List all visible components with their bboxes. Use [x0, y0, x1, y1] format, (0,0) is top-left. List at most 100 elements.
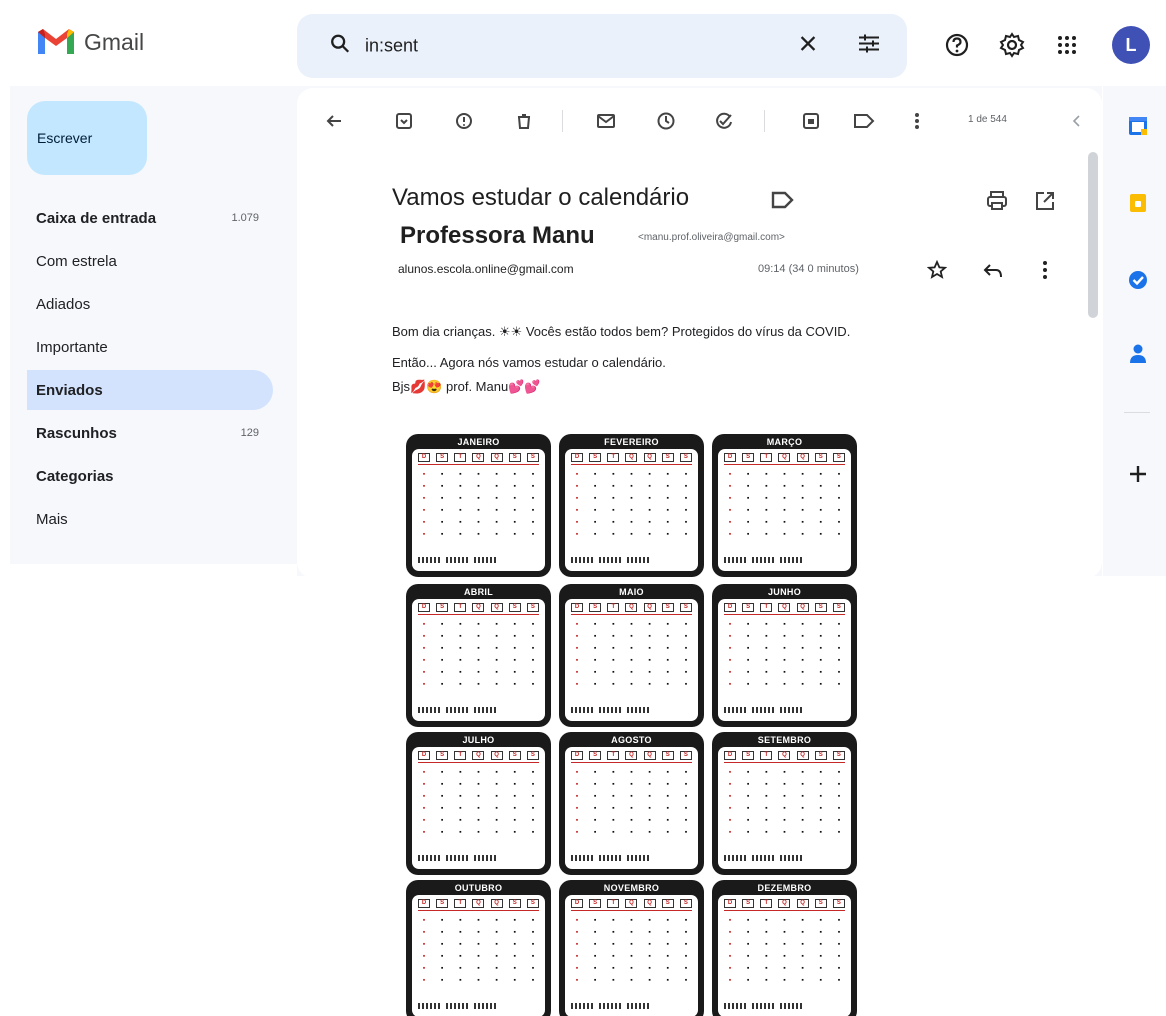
calendar-day-mark: ▪: [422, 483, 426, 490]
calendar-legend-mark: [571, 707, 593, 713]
report-spam-icon[interactable]: [451, 108, 477, 134]
calendar-day-mark: ▪: [593, 657, 597, 664]
back-icon[interactable]: [321, 108, 347, 134]
calendar-day-mark: ▪: [440, 471, 444, 478]
calendar-month: AGOSTO D S T Q Q S S ▪ ▪ ▪ ▪ ▪ ▪ ▪ ▪ ▪ ▪ ▪ ▪ ▪ ▪ ▪ ▪ ▪ ▪ ▪ ▪ ▪ ▪ ▪ ▪ ▪ ▪ ▪…: [559, 732, 704, 875]
add-icon[interactable]: [1124, 460, 1152, 488]
calendar-weekday: T: [760, 603, 773, 612]
star-icon[interactable]: [926, 259, 948, 285]
calendar-day-mark: ▪: [728, 645, 732, 652]
calendar-day-mark: ▪: [819, 965, 823, 972]
calendar-day-mark: ▪: [765, 965, 768, 972]
label-icon[interactable]: [851, 108, 877, 134]
calendar-weekday: S: [436, 899, 449, 908]
calendar-day-mark: ▪: [765, 793, 768, 800]
calendar-legend-mark: [571, 855, 593, 861]
nav-item-categories[interactable]: Categorias: [27, 456, 273, 496]
open-in-new-window-icon[interactable]: [1034, 190, 1056, 217]
calendar-day-mark: ▪: [783, 829, 786, 836]
calendar-day-mark: ▪: [630, 805, 633, 812]
close-icon[interactable]: [797, 33, 819, 60]
calendar-day-mark: ▪: [513, 977, 517, 984]
calendar-day-mark: ▪: [459, 495, 462, 502]
move-to-icon[interactable]: [798, 108, 824, 134]
calendar-weekday: T: [607, 751, 620, 760]
calendar-day-mark: ▪: [684, 681, 688, 688]
calendar-weekday: S: [742, 603, 755, 612]
calendar-day-mark: ▪: [648, 519, 651, 526]
calendar-day-mark: ▪: [765, 681, 768, 688]
contacts-icon[interactable]: [1124, 340, 1152, 368]
calendar-month: NOVEMBRO D S T Q Q S S ▪ ▪ ▪ ▪ ▪ ▪ ▪ ▪ ▪ ▪ ▪ ▪ ▪ ▪ ▪ ▪ ▪ ▪ ▪ ▪ ▪ ▪ ▪ ▪ ▪…: [559, 880, 704, 1016]
search-icon[interactable]: [329, 33, 351, 60]
calendar-day-mark: ▪: [801, 917, 804, 924]
help-icon[interactable]: [942, 30, 972, 60]
calendar-day-mark: ▪: [630, 621, 633, 628]
nav-item-more[interactable]: Mais: [27, 499, 273, 539]
nav-item-starred[interactable]: Com estrela: [27, 241, 273, 281]
calendar-weekday: S: [832, 603, 845, 612]
nav-item-snoozed[interactable]: Adiados: [27, 284, 273, 324]
calendar-day-mark: ▪: [477, 929, 480, 936]
recipient-address[interactable]: alunos.escola.online@gmail.com: [398, 262, 574, 276]
nav-item-important[interactable]: Importante: [27, 327, 273, 367]
calendar-day-mark: ▪: [422, 941, 426, 948]
calendar-day-mark: ▪: [593, 793, 597, 800]
keep-icon[interactable]: [1124, 189, 1152, 217]
compose-button[interactable]: Escrever: [27, 101, 147, 175]
calendar-day-mark: ▪: [783, 953, 786, 960]
scrollbar[interactable]: [1088, 152, 1098, 318]
calendar-day-mark: ▪: [630, 471, 633, 478]
calendar-month-title: MARÇO: [766, 437, 803, 447]
add-to-tasks-icon[interactable]: [711, 108, 737, 134]
settings-icon[interactable]: [997, 30, 1027, 60]
calendar-day-mark: ▪: [728, 917, 732, 924]
calendar-legend-mark: [418, 1003, 440, 1009]
calendar-day-mark: ▪: [513, 645, 517, 652]
nav-item-drafts[interactable]: Rascunhos 129: [27, 413, 273, 453]
calendar-day-mark: ▪: [728, 483, 732, 490]
calendar-day-mark: ▪: [459, 929, 462, 936]
apps-grid-icon[interactable]: [1052, 30, 1082, 60]
calendar-day-mark: ▪: [728, 621, 732, 628]
message-more-icon[interactable]: [1042, 260, 1048, 285]
calendar-weekday: T: [454, 751, 467, 760]
calendar-day-mark: ▪: [612, 471, 615, 478]
mark-unread-icon[interactable]: [593, 108, 619, 134]
calendar-moon-phases: [724, 1003, 845, 1011]
gmail-logo[interactable]: Gmail: [36, 26, 144, 58]
calendar-day-mark: ▪: [783, 769, 786, 776]
snooze-icon[interactable]: [653, 108, 679, 134]
calendar-days: ▪ ▪ ▪ ▪ ▪ ▪ ▪ ▪ ▪ ▪ ▪ ▪ ▪ ▪ ▪ ▪ ▪ ▪ ▪ ▪ ▪ ▪ ▪ ▪ ▪ ▪ ▪ ▪ ▪ ▪ ▪ ▪ ▪ ▪ ▪ ▪ ▪ ▪ ▪ ▪…: [724, 915, 845, 987]
calendar-day-mark: ▪: [746, 495, 750, 502]
delete-icon[interactable]: [511, 108, 537, 134]
calendar-icon[interactable]: [1124, 112, 1152, 140]
sender-email: <manu.prof.oliveira@gmail.com>: [638, 232, 785, 243]
calendar-day-mark: ▪: [765, 941, 768, 948]
calendar-day-mark: ▪: [593, 769, 597, 776]
calendar-day-mark: ▪: [728, 681, 732, 688]
calendar-day-mark: ▪: [531, 781, 535, 788]
calendar-day-mark: ▪: [612, 817, 615, 824]
more-icon[interactable]: [904, 108, 930, 134]
filter-options-icon[interactable]: [857, 33, 881, 60]
tasks-icon[interactable]: [1124, 266, 1152, 294]
calendar-day-mark: ▪: [783, 507, 786, 514]
archive-icon[interactable]: [391, 108, 417, 134]
previous-page-icon[interactable]: [1063, 108, 1089, 134]
calendar-day-mark: ▪: [783, 793, 786, 800]
search-bar[interactable]: in:sent: [297, 14, 907, 78]
important-marker-icon[interactable]: [770, 190, 796, 215]
print-icon[interactable]: [986, 190, 1008, 217]
reply-icon[interactable]: [982, 262, 1004, 285]
nav-item-sent[interactable]: Enviados: [27, 370, 273, 410]
calendar-day-mark: ▪: [575, 633, 579, 640]
calendar-day-mark: ▪: [728, 669, 732, 676]
calendar-day-mark: ▪: [728, 805, 732, 812]
account-avatar[interactable]: L: [1112, 26, 1150, 64]
calendar-day-mark: ▪: [746, 781, 750, 788]
calendar-day-mark: ▪: [440, 917, 444, 924]
calendar-day-mark: ▪: [459, 645, 462, 652]
search-input[interactable]: in:sent: [365, 36, 418, 57]
nav-item-inbox[interactable]: Caixa de entrada 1.079: [27, 198, 273, 238]
